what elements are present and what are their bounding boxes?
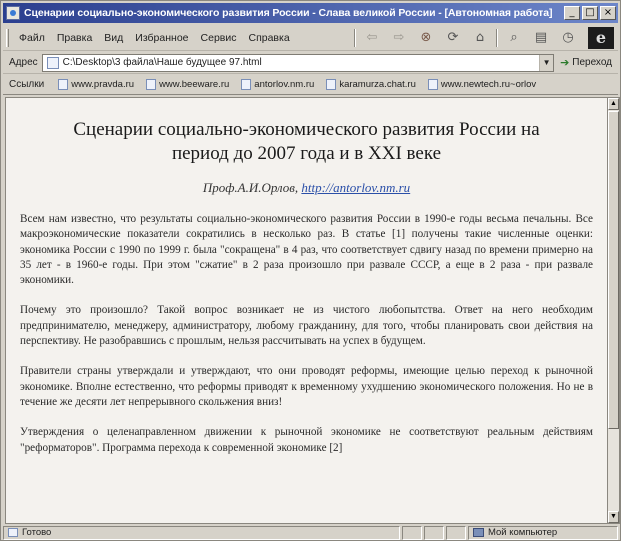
home-icon[interactable]: ⌂ xyxy=(469,28,491,48)
paragraph: Всем нам известно, что результаты социал… xyxy=(20,213,593,287)
link-label: antorlov.nm.ru xyxy=(254,79,315,90)
toolbar-separator xyxy=(496,28,498,47)
page-icon xyxy=(146,79,157,90)
chevron-down-icon[interactable]: ▼ xyxy=(539,54,554,71)
page-icon xyxy=(241,79,252,90)
link-item[interactable]: www.newtech.ru~orlov xyxy=(422,79,542,90)
link-label: www.newtech.ru~orlov xyxy=(440,79,537,90)
link-item[interactable]: antorlov.nm.ru xyxy=(235,79,320,90)
page-icon xyxy=(46,56,59,69)
link-item[interactable]: www.pravda.ru xyxy=(52,79,140,90)
status-cell xyxy=(424,525,444,540)
menu-help[interactable]: Справка xyxy=(242,32,295,44)
scroll-down-icon[interactable]: ▼ xyxy=(608,511,619,523)
document-author: Проф.А.И.Орлов, http://antorlov.nm.ru xyxy=(6,180,607,196)
zone-text: Мой компьютер xyxy=(488,527,558,538)
author-name: Проф.А.И.Орлов, xyxy=(202,180,299,195)
status-text: Готово xyxy=(22,527,52,538)
page-icon xyxy=(427,79,438,90)
menu-edit[interactable]: Правка xyxy=(51,32,98,44)
ie-page-icon xyxy=(6,6,20,20)
link-item[interactable]: karamurza.chat.ru xyxy=(320,79,422,90)
link-label: www.beeware.ru xyxy=(159,79,230,90)
status-cell xyxy=(402,525,422,540)
address-input[interactable]: C:\Desktop\3 файла\Наше будущее 97.html … xyxy=(41,53,555,72)
link-label: www.pravda.ru xyxy=(71,79,135,90)
forward-icon[interactable]: ⇨ xyxy=(388,28,410,48)
nav-toolbar: ⇦ ⇨ ⊗ ⟳ ⌂ ⌕ ▤ ◷ e xyxy=(354,26,618,49)
status-cell xyxy=(446,525,466,540)
back-icon[interactable]: ⇦ xyxy=(361,28,383,48)
go-arrow-icon: ➔ xyxy=(560,56,570,69)
link-item[interactable]: www.beeware.ru xyxy=(140,79,235,90)
address-label: Адрес xyxy=(9,57,38,68)
search-icon[interactable]: ⌕ xyxy=(503,28,525,48)
browser-window: Сценарии социально-экономического развит… xyxy=(0,0,621,541)
menu-view[interactable]: Вид xyxy=(98,32,129,44)
menu-file[interactable]: Файл xyxy=(13,32,51,44)
title-bar[interactable]: Сценарии социально-экономического развит… xyxy=(3,3,618,23)
vertical-scrollbar[interactable]: ▲ ▼ xyxy=(608,97,620,524)
page-icon xyxy=(58,79,69,90)
my-computer-icon xyxy=(473,528,484,537)
stop-icon[interactable]: ⊗ xyxy=(415,28,437,48)
address-bar: Адрес C:\Desktop\3 файла\Наше будущее 97… xyxy=(3,52,618,74)
links-bar: Ссылки www.pravda.ru www.beeware.ru anto… xyxy=(3,75,618,95)
page-icon xyxy=(8,528,18,537)
status-zone: Мой компьютер xyxy=(468,525,618,540)
menu-tools[interactable]: Сервис xyxy=(195,32,243,44)
page-content: Сценарии социально-экономического развит… xyxy=(5,97,608,524)
go-button[interactable]: ➔ Переход xyxy=(554,56,618,69)
paragraph: Утверждения о целенаправленном движении … xyxy=(20,426,593,454)
go-label: Переход xyxy=(572,57,612,68)
refresh-icon[interactable]: ⟳ xyxy=(442,28,464,48)
menu-bar: Файл Правка Вид Избранное Сервис Справка… xyxy=(3,25,618,51)
close-icon[interactable]: × xyxy=(600,6,616,20)
ie-logo-icon: e xyxy=(588,26,614,49)
window-title: Сценарии социально-экономического развит… xyxy=(24,7,553,19)
links-label: Ссылки xyxy=(9,79,45,90)
page-icon xyxy=(326,79,337,90)
paragraph: Правители страны утверждали и утверждают… xyxy=(20,365,593,408)
minimize-icon[interactable]: _ xyxy=(564,6,580,20)
author-link[interactable]: http://antorlov.nm.ru xyxy=(301,180,410,195)
address-value: C:\Desktop\3 файла\Наше будущее 97.html xyxy=(62,57,262,68)
toolbar-grip[interactable] xyxy=(6,28,9,47)
document-title: Сценарии социально-экономического развит… xyxy=(73,119,540,164)
paragraph: Почему это произошло? Такой вопрос возни… xyxy=(20,304,593,348)
scroll-up-icon[interactable]: ▲ xyxy=(608,98,619,110)
history-icon[interactable]: ◷ xyxy=(557,28,579,48)
toolbar-separator xyxy=(354,28,356,47)
maximize-icon[interactable]: □ xyxy=(582,6,598,20)
favorites-icon[interactable]: ▤ xyxy=(530,28,552,48)
status-bar: Готово Мой компьютер xyxy=(3,525,618,540)
status-message: Готово xyxy=(3,525,400,540)
menu-favorites[interactable]: Избранное xyxy=(129,32,194,44)
link-label: karamurza.chat.ru xyxy=(339,79,416,90)
scroll-thumb[interactable] xyxy=(608,111,619,429)
